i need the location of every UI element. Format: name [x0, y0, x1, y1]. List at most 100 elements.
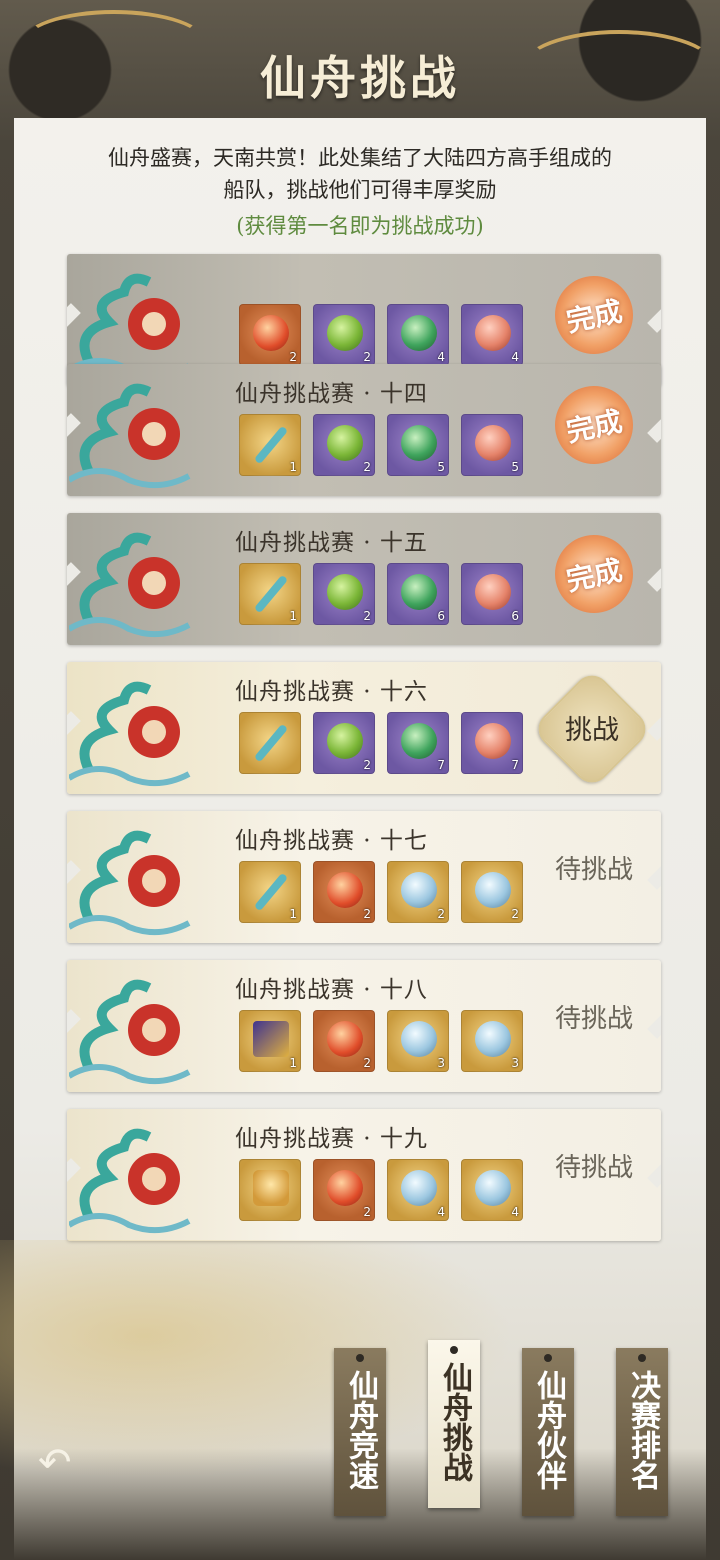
reward-item[interactable]: 2	[313, 1010, 375, 1072]
dragon-boat-icon	[67, 968, 219, 1086]
green-orb-icon	[327, 723, 363, 759]
reward-item[interactable]: 5	[387, 414, 449, 476]
reward-item[interactable]: 2	[313, 1159, 375, 1221]
card-notch	[647, 413, 661, 443]
reward-item[interactable]: 1	[239, 563, 301, 625]
reward-item[interactable]: 6	[461, 563, 523, 625]
challenge-card: 仙舟挑战赛 · 十七 1 2 2 2 待挑战	[67, 811, 661, 943]
jade-box-icon	[401, 723, 437, 759]
reward-count: 2	[363, 609, 371, 623]
pending-status: 待挑战	[554, 1153, 633, 1183]
reward-item[interactable]: 2	[313, 563, 375, 625]
card-notch	[647, 860, 661, 890]
sword-icon	[253, 723, 289, 763]
completed-stamp: 完成	[547, 268, 641, 362]
challenge-title: 仙舟挑战赛 · 十四	[235, 381, 428, 407]
reward-list: 1 2 6 6	[239, 563, 523, 625]
challenge-title: 仙舟挑战赛 · 十五	[235, 530, 428, 556]
reward-list: 1 2 3 3	[239, 1010, 523, 1072]
reward-list: 2 7 7	[239, 712, 523, 774]
reward-count: 2	[363, 460, 371, 474]
challenge-title: 仙舟挑战赛 · 十八	[235, 977, 428, 1003]
red-box-icon	[475, 574, 511, 610]
reward-count: 1	[289, 609, 297, 623]
tab-label: 仙舟伙伴	[531, 1370, 566, 1490]
back-arrow-icon[interactable]: ↶	[38, 1440, 86, 1486]
jade-box-icon	[401, 425, 437, 461]
challenge-button-label[interactable]: 挑战	[549, 708, 635, 747]
peach-icon	[327, 872, 363, 908]
reward-item[interactable]: 2	[313, 712, 375, 774]
reward-item[interactable]: 2	[313, 304, 375, 366]
reward-item[interactable]: 1	[239, 1010, 301, 1072]
reward-count: 1	[289, 907, 297, 921]
sword-icon	[253, 425, 289, 465]
reward-item[interactable]: 4	[461, 1159, 523, 1221]
robe-icon	[253, 1170, 289, 1206]
tab-label: 仙舟竞速	[343, 1370, 378, 1490]
challenge-title: 仙舟挑战赛 · 十七	[235, 828, 428, 854]
card-notch	[647, 711, 661, 741]
reward-item[interactable]: 2	[461, 861, 523, 923]
reward-item[interactable]: 4	[387, 304, 449, 366]
card-notch	[647, 303, 661, 333]
intro-text: 仙舟盛赛，天南共赏！此处集结了大陆四方高手组成的 船队，挑战他们可得丰厚奖励	[30, 142, 690, 206]
jade-box-icon	[401, 574, 437, 610]
challenge-card: 仙舟挑战赛 · 十八 1 2 3 3 待挑战	[67, 960, 661, 1092]
red-box-icon	[475, 723, 511, 759]
reward-item[interactable]: 4	[387, 1159, 449, 1221]
reward-list: 1 2 2 2	[239, 861, 523, 923]
tag-hole-icon	[638, 1354, 646, 1362]
reward-item[interactable]: 2	[313, 414, 375, 476]
tab-label: 决赛排名	[625, 1370, 660, 1490]
reward-count: 2	[363, 1205, 371, 1219]
reward-item[interactable]	[239, 712, 301, 774]
reward-item[interactable]: 7	[387, 712, 449, 774]
reward-count: 4	[437, 350, 445, 364]
peach-icon	[327, 1021, 363, 1057]
reward-item[interactable]: 1	[239, 861, 301, 923]
reward-item[interactable]: 2	[313, 861, 375, 923]
red-jar-icon	[475, 1170, 511, 1206]
reward-count: 3	[511, 1056, 519, 1070]
dragon-boat-icon	[67, 670, 219, 788]
reward-item[interactable]	[239, 1159, 301, 1221]
challenge-card: 仙舟挑战赛 · 十九 2 4 4 待挑战	[67, 1109, 661, 1241]
tab-challenge[interactable]: 仙舟挑战	[428, 1340, 480, 1508]
reward-count: 1	[289, 1056, 297, 1070]
reward-count: 7	[437, 758, 445, 772]
dragon-boat-icon	[67, 819, 219, 937]
challenge-card: 仙舟挑战赛 · 十四 1 2 5 5 完成	[67, 364, 661, 496]
reward-item[interactable]: 1	[239, 414, 301, 476]
reward-item[interactable]: 3	[461, 1010, 523, 1072]
bottom-tabs: 仙舟竞速 仙舟挑战 仙舟伙伴 决赛排名	[0, 1340, 720, 1520]
green-orb-icon	[327, 574, 363, 610]
challenge-title: 仙舟挑战赛 · 十九	[235, 1126, 428, 1152]
reward-item[interactable]: 4	[461, 304, 523, 366]
tab-partner[interactable]: 仙舟伙伴	[522, 1348, 574, 1516]
reward-item[interactable]: 2	[387, 861, 449, 923]
tab-final-ranking[interactable]: 决赛排名	[616, 1348, 668, 1516]
reward-count: 2	[363, 350, 371, 364]
tab-race[interactable]: 仙舟竞速	[334, 1348, 386, 1516]
reward-count: 1	[289, 460, 297, 474]
reward-item[interactable]: 7	[461, 712, 523, 774]
reward-list: 1 2 5 5	[239, 414, 523, 476]
reward-count: 4	[511, 1205, 519, 1219]
dragon-boat-icon	[67, 521, 219, 639]
red-box-icon	[475, 425, 511, 461]
reward-item[interactable]: 6	[387, 563, 449, 625]
green-orb-icon	[327, 425, 363, 461]
red-jar-icon	[475, 872, 511, 908]
reward-item[interactable]: 2	[239, 304, 301, 366]
intro-line-2: 船队，挑战他们可得丰厚奖励	[223, 178, 497, 202]
peach-icon	[253, 315, 289, 351]
tag-hole-icon	[544, 1354, 552, 1362]
red-jar-icon	[475, 1021, 511, 1057]
reward-count: 5	[437, 460, 445, 474]
reward-item[interactable]: 5	[461, 414, 523, 476]
reward-item[interactable]: 3	[387, 1010, 449, 1072]
reward-count: 2	[511, 907, 519, 921]
intro-line-1: 仙舟盛赛，天南共赏！此处集结了大陆四方高手组成的	[108, 146, 612, 170]
green-orb-icon	[327, 315, 363, 351]
